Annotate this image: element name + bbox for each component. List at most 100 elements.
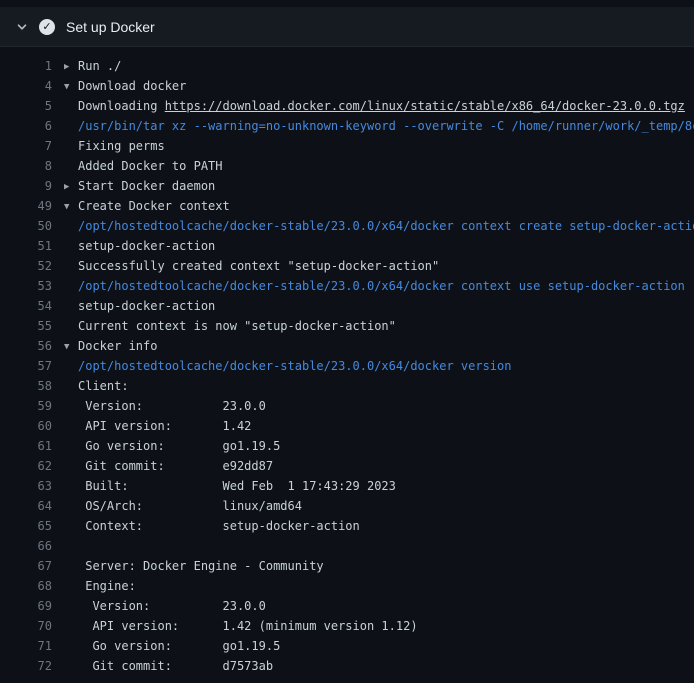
log-line: 57/opt/hostedtoolcache/docker-stable/23.… <box>0 356 694 376</box>
line-number[interactable]: 49 <box>12 196 52 216</box>
command-text: /opt/hostedtoolcache/docker-stable/23.0.… <box>78 279 685 293</box>
line-number[interactable]: 1 <box>12 56 52 76</box>
line-number[interactable]: 71 <box>12 636 52 656</box>
log-line: 4 ▼Download docker <box>0 76 694 96</box>
command-text: /opt/hostedtoolcache/docker-stable/23.0.… <box>78 219 694 233</box>
log-text: Version: 23.0.0 <box>78 599 266 613</box>
line-content: Git commit: d7573ab <box>64 656 273 676</box>
line-number[interactable]: 59 <box>12 396 52 416</box>
line-number[interactable]: 55 <box>12 316 52 336</box>
group-title[interactable]: Docker info <box>78 339 157 353</box>
line-content: Successfully created context "setup-dock… <box>64 256 439 276</box>
line-number[interactable]: 63 <box>12 476 52 496</box>
log-line: 56 ▼Docker info <box>0 336 694 356</box>
log-text: Go version: go1.19.5 <box>78 439 280 453</box>
line-content: Downloading https://download.docker.com/… <box>64 96 685 116</box>
line-number[interactable]: 64 <box>12 496 52 516</box>
log-line: 71 Go version: go1.19.5 <box>0 636 694 656</box>
line-number[interactable]: 6 <box>12 116 52 136</box>
line-number[interactable]: 58 <box>12 376 52 396</box>
log-line: 65 Context: setup-docker-action <box>0 516 694 536</box>
line-content: /usr/bin/tar xz --warning=no-unknown-key… <box>64 116 694 136</box>
log-text: Version: 23.0.0 <box>78 399 266 413</box>
log-line: 5 Downloading https://download.docker.com… <box>0 96 694 116</box>
log-text: API version: 1.42 (minimum version 1.12) <box>78 619 418 633</box>
line-number[interactable]: 68 <box>12 576 52 596</box>
group-title[interactable]: Run ./ <box>78 59 121 73</box>
expand-toggle-icon[interactable]: ▶ <box>64 57 78 77</box>
log-text: OS/Arch: linux/amd64 <box>78 499 302 513</box>
line-content: setup-docker-action <box>64 236 215 256</box>
line-number[interactable]: 60 <box>12 416 52 436</box>
line-number[interactable]: 54 <box>12 296 52 316</box>
line-number[interactable]: 57 <box>12 356 52 376</box>
log-line: 54 setup-docker-action <box>0 296 694 316</box>
log-text: Engine: <box>78 579 136 593</box>
log-line: 66 <box>0 536 694 556</box>
log-text: Git commit: d7573ab <box>78 659 273 673</box>
log-text: Context: setup-docker-action <box>78 519 360 533</box>
line-content: Added Docker to PATH <box>64 156 223 176</box>
log-line: 62 Git commit: e92dd87 <box>0 456 694 476</box>
log-line: 6/usr/bin/tar xz --warning=no-unknown-ke… <box>0 116 694 136</box>
expand-toggle-icon[interactable]: ▶ <box>64 177 78 197</box>
line-content: ▶Start Docker daemon <box>64 176 215 196</box>
log-text: Server: Docker Engine - Community <box>78 559 324 573</box>
log-link[interactable]: https://download.docker.com/linux/static… <box>165 99 685 113</box>
log-line: 52 Successfully created context "setup-do… <box>0 256 694 276</box>
log-line: 64 OS/Arch: linux/amd64 <box>0 496 694 516</box>
line-number[interactable]: 7 <box>12 136 52 156</box>
line-number[interactable]: 5 <box>12 96 52 116</box>
line-content: Fixing perms <box>64 136 165 156</box>
log-text: setup-docker-action <box>78 299 215 313</box>
log-text: Go version: go1.19.5 <box>78 639 280 653</box>
line-content <box>64 536 78 556</box>
line-number[interactable]: 50 <box>12 216 52 236</box>
line-number[interactable]: 65 <box>12 516 52 536</box>
line-content: Git commit: e92dd87 <box>64 456 273 476</box>
collapse-toggle-icon[interactable]: ▼ <box>64 337 78 357</box>
line-content: Go version: go1.19.5 <box>64 436 280 456</box>
line-content: API version: 1.42 (minimum version 1.12) <box>64 616 418 636</box>
line-content: ▶Run ./ <box>64 56 121 76</box>
line-number[interactable]: 51 <box>12 236 52 256</box>
line-content: Version: 23.0.0 <box>64 596 266 616</box>
line-number[interactable]: 9 <box>12 176 52 196</box>
line-number[interactable]: 62 <box>12 456 52 476</box>
line-number[interactable]: 61 <box>12 436 52 456</box>
line-number[interactable]: 52 <box>12 256 52 276</box>
chevron-down-icon[interactable] <box>16 21 28 33</box>
command-text: /usr/bin/tar xz --warning=no-unknown-key… <box>78 119 694 133</box>
line-content: /opt/hostedtoolcache/docker-stable/23.0.… <box>64 216 694 236</box>
collapse-toggle-icon[interactable]: ▼ <box>64 197 78 217</box>
line-number[interactable]: 70 <box>12 616 52 636</box>
line-content: setup-docker-action <box>64 296 215 316</box>
log-text: Current context is now "setup-docker-act… <box>78 319 396 333</box>
line-number[interactable]: 67 <box>12 556 52 576</box>
log-line: 49 ▼Create Docker context <box>0 196 694 216</box>
log-line: 9 ▶Start Docker daemon <box>0 176 694 196</box>
step-header[interactable]: ✓ Set up Docker <box>0 7 694 47</box>
line-number[interactable]: 72 <box>12 656 52 676</box>
line-number[interactable]: 53 <box>12 276 52 296</box>
line-content: ▼Download docker <box>64 76 186 96</box>
group-title[interactable]: Download docker <box>78 79 186 93</box>
line-number[interactable]: 8 <box>12 156 52 176</box>
group-title[interactable]: Create Docker context <box>78 199 230 213</box>
log-line: 70 API version: 1.42 (minimum version 1.… <box>0 616 694 636</box>
line-content: Built: Wed Feb 1 17:43:29 2023 <box>64 476 396 496</box>
collapse-toggle-icon[interactable]: ▼ <box>64 77 78 97</box>
log-text: API version: 1.42 <box>78 419 251 433</box>
line-number[interactable]: 4 <box>12 76 52 96</box>
group-title[interactable]: Start Docker daemon <box>78 179 215 193</box>
log-line: 59 Version: 23.0.0 <box>0 396 694 416</box>
log-line: 55 Current context is now "setup-docker-a… <box>0 316 694 336</box>
line-number[interactable]: 56 <box>12 336 52 356</box>
line-content: Current context is now "setup-docker-act… <box>64 316 396 336</box>
log-text: Downloading <box>78 99 165 113</box>
log-text: setup-docker-action <box>78 239 215 253</box>
line-content: /opt/hostedtoolcache/docker-stable/23.0.… <box>64 356 511 376</box>
line-number[interactable]: 66 <box>12 536 52 556</box>
line-number[interactable]: 69 <box>12 596 52 616</box>
log-text: Client: <box>78 379 129 393</box>
